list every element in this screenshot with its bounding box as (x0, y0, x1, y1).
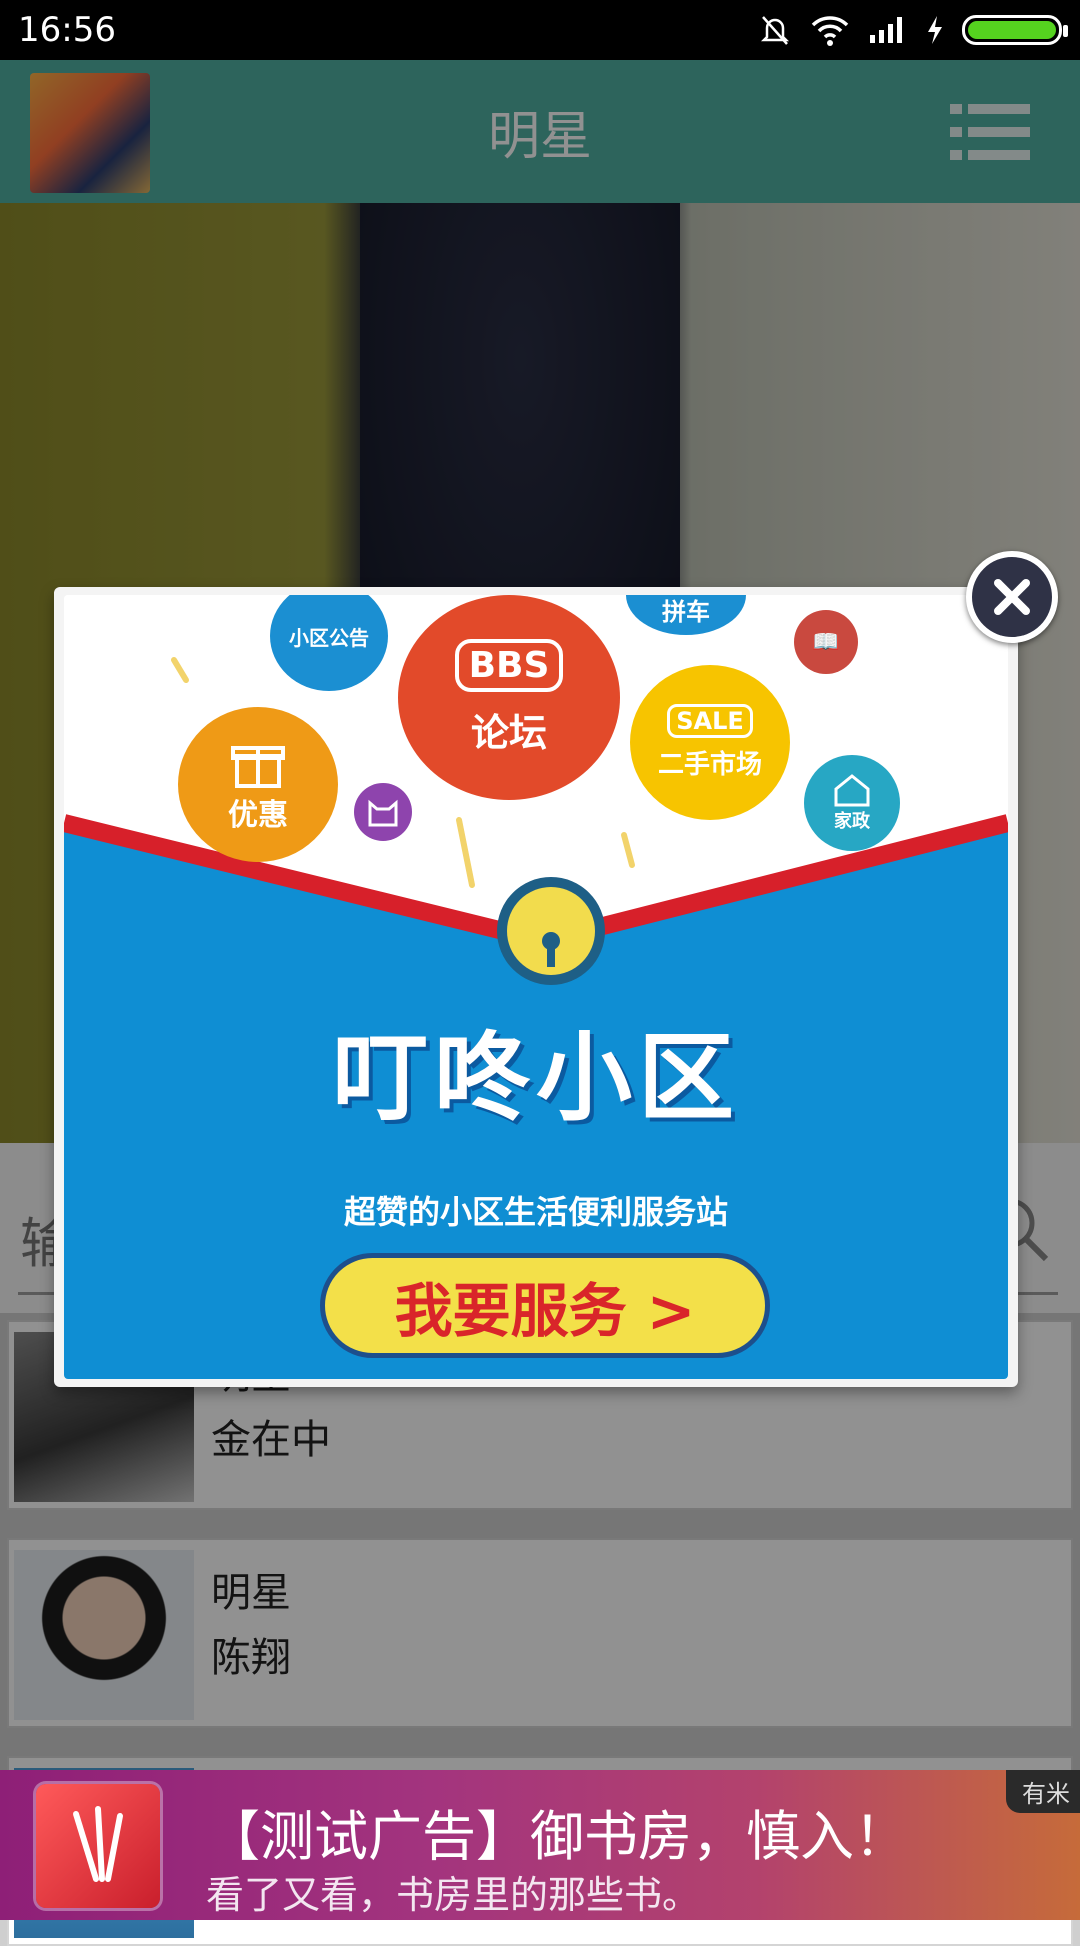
ad-subline: 看了又看，书房里的那些书。 (206, 1873, 701, 1917)
status-icons (758, 13, 1068, 47)
bubble-sale: SALE 二手市场 (630, 665, 790, 820)
status-bar: 16:56 (0, 0, 1080, 60)
ad-network-badge: 有米 (1006, 1770, 1080, 1813)
popup-ad-image[interactable]: 小区公告 BBS 论坛 拼车 📖 优惠 SALE 二手市场 家政 叮咚小区 超赞… (64, 595, 1008, 1379)
popup-slogan: 超赞的小区生活便利服务站 (343, 1193, 728, 1231)
bubble-house: 家政 (804, 755, 900, 851)
popup-cta-button[interactable]: 我要服务 > (320, 1253, 770, 1358)
cat-icon (354, 783, 412, 841)
popup-brand-name: 叮咚小区 (332, 1022, 740, 1134)
cat-face-icon (368, 799, 398, 827)
book-icon-glyph: 📖 (812, 629, 840, 655)
ad-app-logo (36, 1784, 160, 1908)
house-icon (834, 774, 870, 807)
bubble-notice-label: 小区公告 (289, 625, 369, 650)
bubble-bbs-label: 论坛 (470, 710, 547, 755)
signal-icon (870, 17, 902, 43)
bubble-gift-label: 优惠 (228, 797, 288, 833)
bubble-carpool-label: 拼车 (662, 598, 710, 626)
ad-headline: 【测试广告】御书房，慎入！ (206, 1805, 908, 1868)
bubble-house-label: 家政 (834, 811, 870, 832)
popup-ad[interactable]: 小区公告 BBS 论坛 拼车 📖 优惠 SALE 二手市场 家政 叮咚小区 超赞… (54, 587, 1018, 1387)
bubble-sale-label: 二手市场 (657, 750, 762, 780)
wifi-icon (811, 16, 849, 46)
popup-close-button[interactable] (966, 551, 1058, 643)
bubble-bbs: BBS 论坛 (398, 595, 620, 800)
paintbrush-icon (73, 1806, 123, 1882)
mute-bell-icon (760, 16, 790, 45)
bubble-bbs-tag: BBS (454, 638, 564, 692)
status-time: 16:56 (18, 10, 116, 50)
bubble-gift: 优惠 (178, 707, 338, 862)
close-icon (994, 579, 1030, 615)
charging-icon (928, 16, 942, 44)
book-icon: 📖 (794, 610, 858, 674)
battery-icon (962, 15, 1068, 45)
gift-icon (231, 745, 285, 788)
bottom-ad-banner[interactable]: 【测试广告】御书房，慎入！ 看了又看，书房里的那些书。 有米 (0, 1770, 1080, 1920)
bubble-sale-tag: SALE (667, 704, 753, 738)
